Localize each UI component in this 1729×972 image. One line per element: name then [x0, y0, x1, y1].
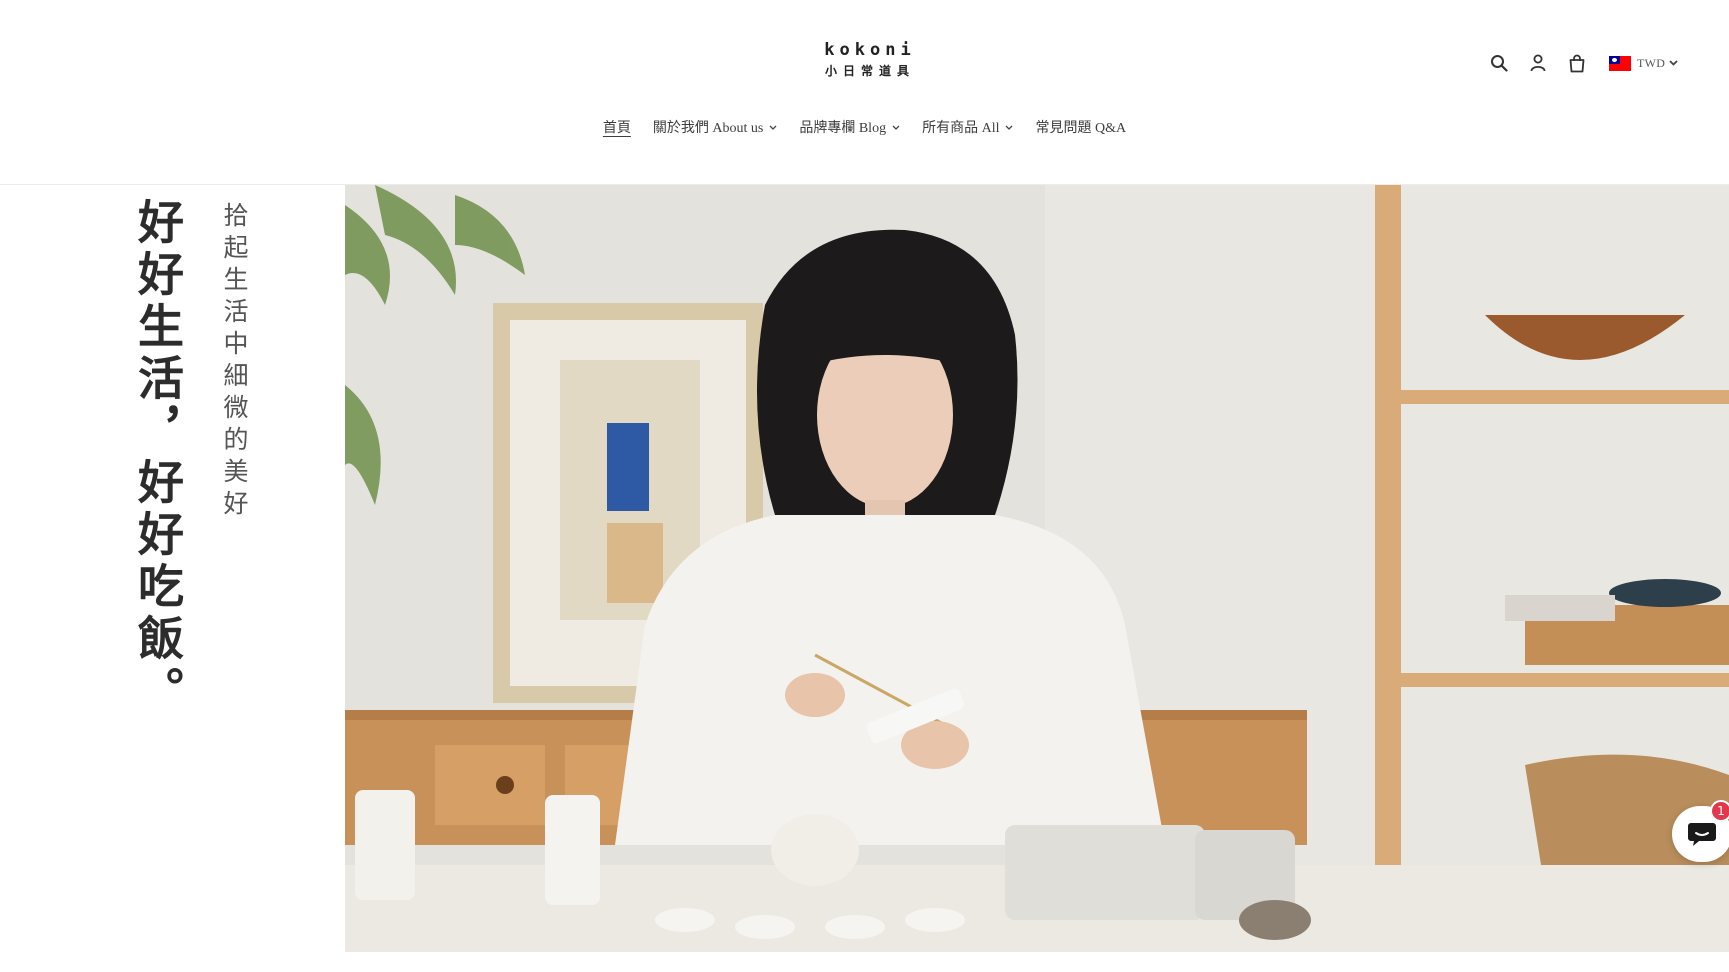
chat-bubble-icon: [1688, 823, 1716, 846]
chevron-down-icon: [1006, 125, 1013, 130]
site-header: kokoni 小日常道具 TWD 首頁 關於我們 About us 品牌專欄 B…: [0, 0, 1729, 185]
hero-subline: 拾起生活中細微的美好: [220, 202, 249, 522]
nav-item-blog[interactable]: 品牌專欄 Blog: [799, 117, 900, 137]
currency-code: TWD: [1637, 55, 1666, 70]
hero-headline: 好好生活，好好吃飯。: [131, 198, 185, 718]
nav-label: 首頁: [602, 121, 631, 136]
nav-label: 常見問題 Q&A: [1035, 121, 1127, 136]
nav-label: 品牌專欄 Blog: [799, 121, 887, 136]
chat-notification-badge: 1: [1710, 800, 1729, 822]
currency-selector[interactable]: TWD: [1609, 55, 1678, 71]
account-icon[interactable]: [1525, 50, 1551, 76]
header-icons: TWD: [1486, 50, 1678, 76]
nav-item-about[interactable]: 關於我們 About us: [653, 117, 777, 137]
nav-item-faq[interactable]: 常見問題 Q&A: [1035, 117, 1126, 137]
brand-logo[interactable]: kokoni 小日常道具: [808, 40, 932, 80]
nav-label: 關於我們 About us: [652, 121, 764, 136]
hero-image: [345, 185, 1729, 952]
logo-subtitle: 小日常道具: [824, 64, 915, 78]
main-nav: 首頁 關於我們 About us 品牌專欄 Blog 所有商品 All 常見問題…: [0, 117, 1729, 137]
nav-label: 所有商品 All: [922, 121, 1000, 136]
taiwan-flag-icon: [1609, 55, 1631, 71]
chevron-down-icon: [892, 125, 900, 130]
nav-item-all-products[interactable]: 所有商品 All: [922, 117, 1013, 137]
chevron-down-icon: [769, 125, 777, 130]
logo-wordmark: kokoni: [824, 40, 916, 60]
nav-item-home[interactable]: 首頁: [603, 117, 631, 137]
cart-icon[interactable]: [1564, 50, 1590, 76]
search-icon[interactable]: [1486, 50, 1512, 76]
chevron-down-icon: [1669, 60, 1678, 66]
